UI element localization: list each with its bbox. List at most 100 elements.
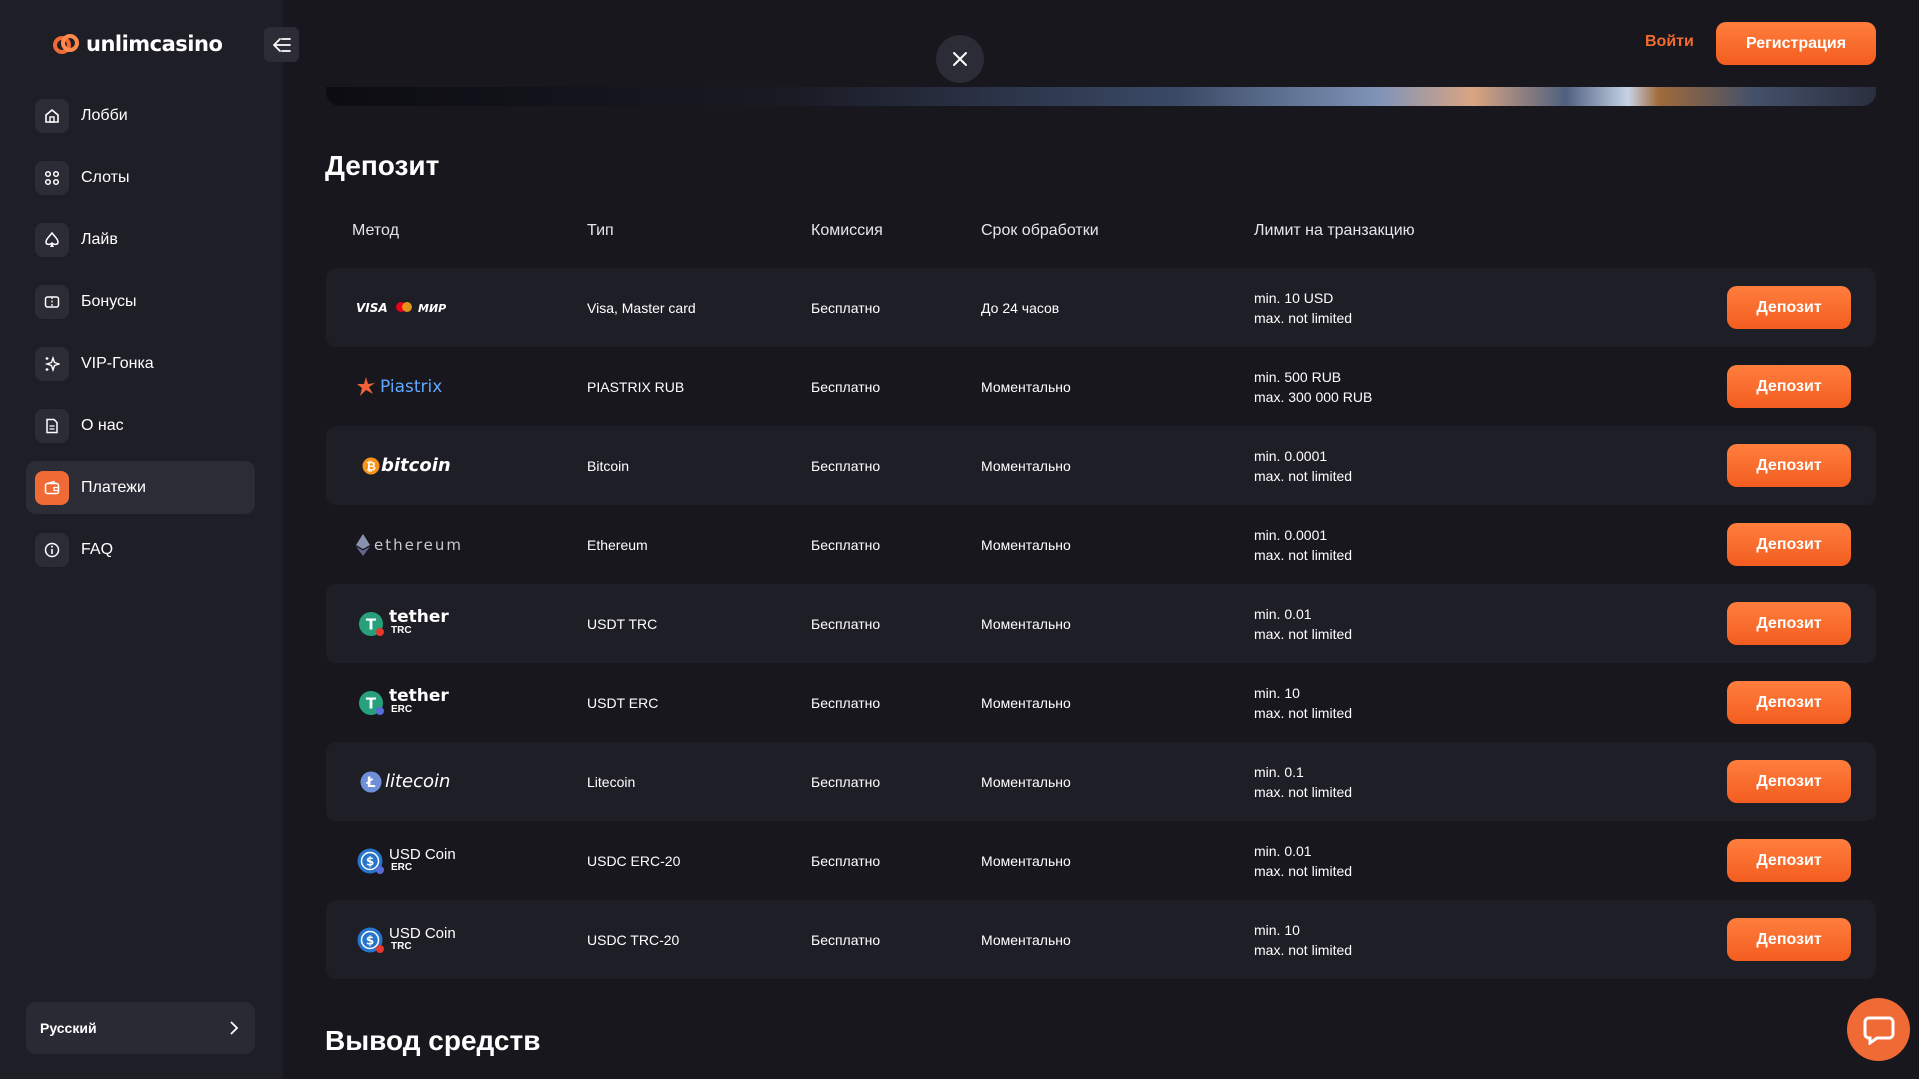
type-cell: USDC TRC-20 bbox=[587, 931, 680, 948]
svg-text:МИР: МИР bbox=[418, 302, 446, 315]
fee-cell: Бесплатно bbox=[811, 299, 881, 316]
sidebar-item-live[interactable]: Лайв bbox=[26, 213, 255, 266]
deposit-table-header: Метод Тип Комиссия Срок обработки Лимит … bbox=[326, 222, 1876, 248]
time-cell: Моментально bbox=[981, 536, 1071, 553]
type-cell: Visa, Master card bbox=[587, 299, 696, 316]
type-cell: Bitcoin bbox=[587, 457, 630, 474]
limit-min: min. 500 RUB bbox=[1254, 368, 1342, 385]
support-chat-button[interactable] bbox=[1847, 998, 1910, 1061]
deposit-button[interactable]: Депозит bbox=[1727, 365, 1851, 408]
sidebar-item-lobby[interactable]: Лобби bbox=[26, 89, 255, 142]
usdcoin-trc-logo: $ USD Coin TRC bbox=[356, 900, 486, 979]
deposit-title: Депозит bbox=[325, 150, 440, 181]
piastrix-logo: Piastrix bbox=[356, 347, 486, 426]
sidebar-item-payments[interactable]: Платежи bbox=[26, 461, 255, 514]
limit-max: max. not limited bbox=[1254, 704, 1353, 721]
sidebar-item-label: Слоты bbox=[81, 168, 130, 186]
fee-cell: Бесплатно bbox=[811, 378, 881, 395]
deposit-button[interactable]: Депозит bbox=[1727, 918, 1851, 961]
svg-text:VISA: VISA bbox=[356, 301, 388, 315]
limit-min: min. 0.01 bbox=[1254, 842, 1312, 859]
collapse-arrow-icon bbox=[272, 37, 291, 52]
limit-min: min. 10 bbox=[1254, 921, 1300, 938]
fee-cell: Бесплатно bbox=[811, 694, 881, 711]
ticket-icon bbox=[35, 284, 69, 319]
sidebar-item-label: Лобби bbox=[81, 106, 128, 124]
limit-cell: min. 0.0001 max. not limited bbox=[1254, 505, 1352, 584]
table-row: T tether TRC USDT TRC Бесплатно Моментал… bbox=[326, 584, 1876, 663]
svg-text:T: T bbox=[366, 615, 377, 633]
time-cell: До 24 часов bbox=[981, 299, 1060, 316]
limit-min: min. 0.01 bbox=[1254, 605, 1312, 622]
type-cell: PIASTRIX RUB bbox=[587, 378, 685, 395]
sidebar-item-label: Лайв bbox=[81, 230, 118, 248]
sidebar-nav: Лобби Слоты Лайв Бонусы VIP-Гонка О нас … bbox=[26, 89, 255, 585]
limit-min: min. 10 USD bbox=[1254, 289, 1334, 306]
sidebar-item-bonuses[interactable]: Бонусы bbox=[26, 275, 255, 328]
logo-mark-icon bbox=[52, 30, 80, 58]
sidebar-item-slots[interactable]: Слоты bbox=[26, 151, 255, 204]
time-cell: Моментально bbox=[981, 694, 1071, 711]
language-label: Русский bbox=[40, 1020, 97, 1036]
deposit-button[interactable]: Депозит bbox=[1727, 523, 1851, 566]
login-link[interactable]: Войти bbox=[1645, 33, 1694, 51]
svg-text:T: T bbox=[366, 694, 377, 712]
promo-banner[interactable] bbox=[326, 87, 1876, 106]
language-selector[interactable]: Русский bbox=[26, 1002, 255, 1054]
spade-icon bbox=[35, 222, 69, 257]
table-row: ethereum Ethereum Бесплатно Моментально … bbox=[326, 505, 1876, 584]
bitcoin-logo: ₿ bitcoin bbox=[356, 426, 486, 505]
tether-trc-logo: T tether TRC bbox=[356, 584, 486, 663]
limit-min: min. 0.1 bbox=[1254, 763, 1304, 780]
table-row: T tether ERC USDT ERC Бесплатно Моментал… bbox=[326, 663, 1876, 742]
chevron-right-icon bbox=[230, 1021, 239, 1035]
sidebar: unlimcasino Лобби Слоты Лайв Бонусы VIP-… bbox=[0, 0, 299, 1079]
limit-min: min. 0.0001 bbox=[1254, 526, 1328, 543]
table-row: VISA МИР Visa, Master card Бесплатно До 2… bbox=[326, 268, 1876, 347]
wallet-icon bbox=[35, 470, 69, 505]
limit-max: max. not limited bbox=[1254, 783, 1353, 800]
fee-cell: Бесплатно bbox=[811, 773, 881, 790]
sidebar-item-label: FAQ bbox=[81, 540, 114, 558]
usdcoin-icon: $ bbox=[357, 927, 384, 953]
table-row: $ USD Coin TRC USDC TRC-20 Бесплатно Мом… bbox=[326, 900, 1876, 979]
table-row: ₿ bitcoin Bitcoin Бесплатно Моментально … bbox=[326, 426, 1876, 505]
time-cell: Моментально bbox=[981, 852, 1071, 869]
deposit-button[interactable]: Депозит bbox=[1727, 681, 1851, 724]
sidebar-item-vip-race[interactable]: VIP-Гонка bbox=[26, 337, 255, 390]
limit-cell: min. 0.0001 max. not limited bbox=[1254, 426, 1352, 505]
document-icon bbox=[35, 408, 69, 443]
time-cell: Моментально bbox=[981, 615, 1071, 632]
home-icon bbox=[35, 98, 69, 133]
deposit-button[interactable]: Депозит bbox=[1727, 602, 1851, 645]
deposit-button[interactable]: Депозит bbox=[1727, 839, 1851, 882]
time-cell: Моментально bbox=[981, 457, 1071, 474]
limit-min: min. 10 bbox=[1254, 684, 1300, 701]
limit-max: max. not limited bbox=[1254, 625, 1353, 642]
litecoin-coin-icon: Ł bbox=[360, 771, 382, 792]
close-button[interactable] bbox=[936, 35, 984, 83]
sidebar-item-about[interactable]: О нас bbox=[26, 399, 255, 452]
deposit-button[interactable]: Депозит bbox=[1727, 286, 1851, 329]
ethereum-diamond-icon bbox=[356, 533, 370, 556]
time-cell: Моментально bbox=[981, 378, 1071, 395]
column-header-processing-time: Срок обработки bbox=[981, 222, 1099, 239]
fee-cell: Бесплатно bbox=[811, 536, 881, 553]
deposit-table: VISA МИР Visa, Master card Бесплатно До 2… bbox=[326, 268, 1876, 979]
sidebar-item-label: Бонусы bbox=[81, 292, 137, 310]
piastrix-star-icon bbox=[357, 376, 375, 396]
bitcoin-coin-icon: ₿ bbox=[362, 457, 380, 474]
grid-icon bbox=[35, 160, 69, 195]
sidebar-item-faq[interactable]: FAQ bbox=[26, 523, 255, 576]
limit-cell: min. 500 RUB max. 300 000 RUB bbox=[1254, 347, 1372, 426]
svg-text:$: $ bbox=[366, 854, 374, 868]
brand-logo[interactable]: unlimcasino bbox=[52, 30, 223, 58]
limit-max: max. not limited bbox=[1254, 862, 1353, 879]
svg-text:₿: ₿ bbox=[366, 459, 376, 473]
deposit-button[interactable]: Депозит bbox=[1727, 444, 1851, 487]
type-cell: USDT TRC bbox=[587, 615, 658, 632]
collapse-sidebar-button[interactable] bbox=[264, 27, 299, 62]
register-button[interactable]: Регистрация bbox=[1716, 22, 1876, 65]
fee-cell: Бесплатно bbox=[811, 615, 881, 632]
deposit-button[interactable]: Депозит bbox=[1727, 760, 1851, 803]
